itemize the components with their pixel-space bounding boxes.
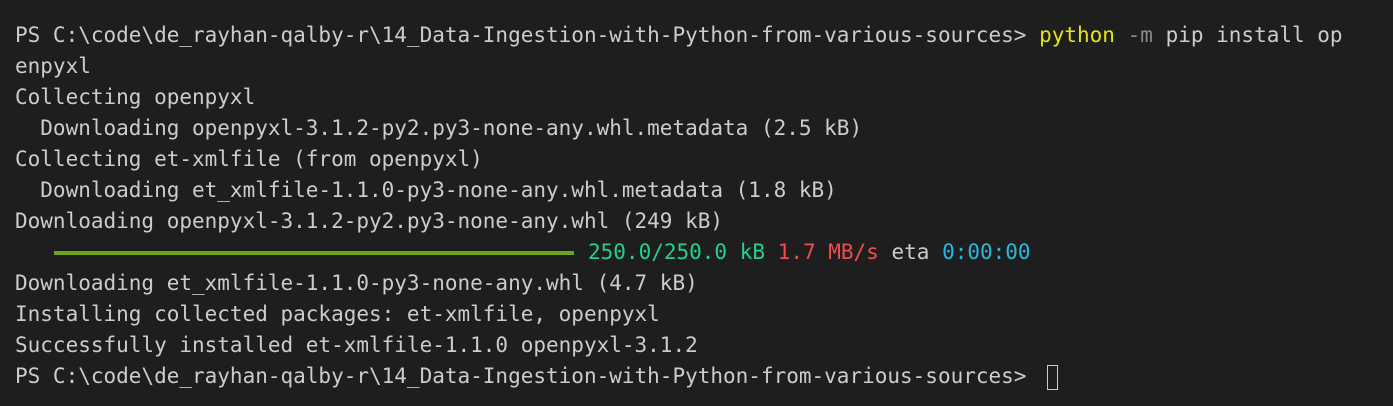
prompt-line[interactable]: PS C:\code\de_rayhan-qalby-r\14_Data-Ing…	[15, 361, 1393, 392]
progress-bar-fill	[54, 250, 574, 255]
output-line: Downloading openpyxl-3.1.2-py2.py3-none-…	[15, 116, 863, 140]
command-flag: -m	[1127, 23, 1153, 47]
command-executable: python	[1039, 23, 1115, 47]
command-line-wrap: enpyxl	[15, 54, 91, 78]
progress-eta-value: 0:00:00	[942, 240, 1031, 264]
progress-size: 250.0/250.0 kB	[588, 240, 766, 264]
output-line: Downloading et_xmlfile-1.1.0-py3-none-an…	[15, 271, 698, 295]
text-cursor	[1047, 364, 1059, 390]
progress-bar	[54, 250, 574, 255]
command-args: pip install op	[1165, 23, 1343, 47]
output-line: Downloading openpyxl-3.1.2-py2.py3-none-…	[15, 209, 724, 233]
output-line: Installing collected packages: et-xmlfil…	[15, 302, 660, 326]
progress-speed: 1.7 MB/s	[777, 240, 879, 264]
output-line: Downloading et_xmlfile-1.1.0-py3-none-an…	[15, 178, 837, 202]
output-line: Collecting openpyxl	[15, 85, 256, 109]
command-line: PS C:\code\de_rayhan-qalby-r\14_Data-Ing…	[15, 20, 1393, 51]
terminal-output[interactable]: PS C:\code\de_rayhan-qalby-r\14_Data-Ing…	[0, 0, 1393, 406]
download-progress: 250.0/250.0 kB 1.7 MB/s eta 0:00:00	[15, 237, 1393, 268]
progress-eta-label: eta	[891, 240, 930, 264]
shell-prompt: PS C:\code\de_rayhan-qalby-r\14_Data-Ing…	[15, 364, 1040, 388]
output-line: Collecting et-xmlfile (from openpyxl)	[15, 147, 483, 171]
output-line: Successfully installed et-xmlfile-1.1.0 …	[15, 333, 698, 357]
shell-prompt: PS C:\code\de_rayhan-qalby-r\14_Data-Ing…	[15, 23, 1040, 47]
